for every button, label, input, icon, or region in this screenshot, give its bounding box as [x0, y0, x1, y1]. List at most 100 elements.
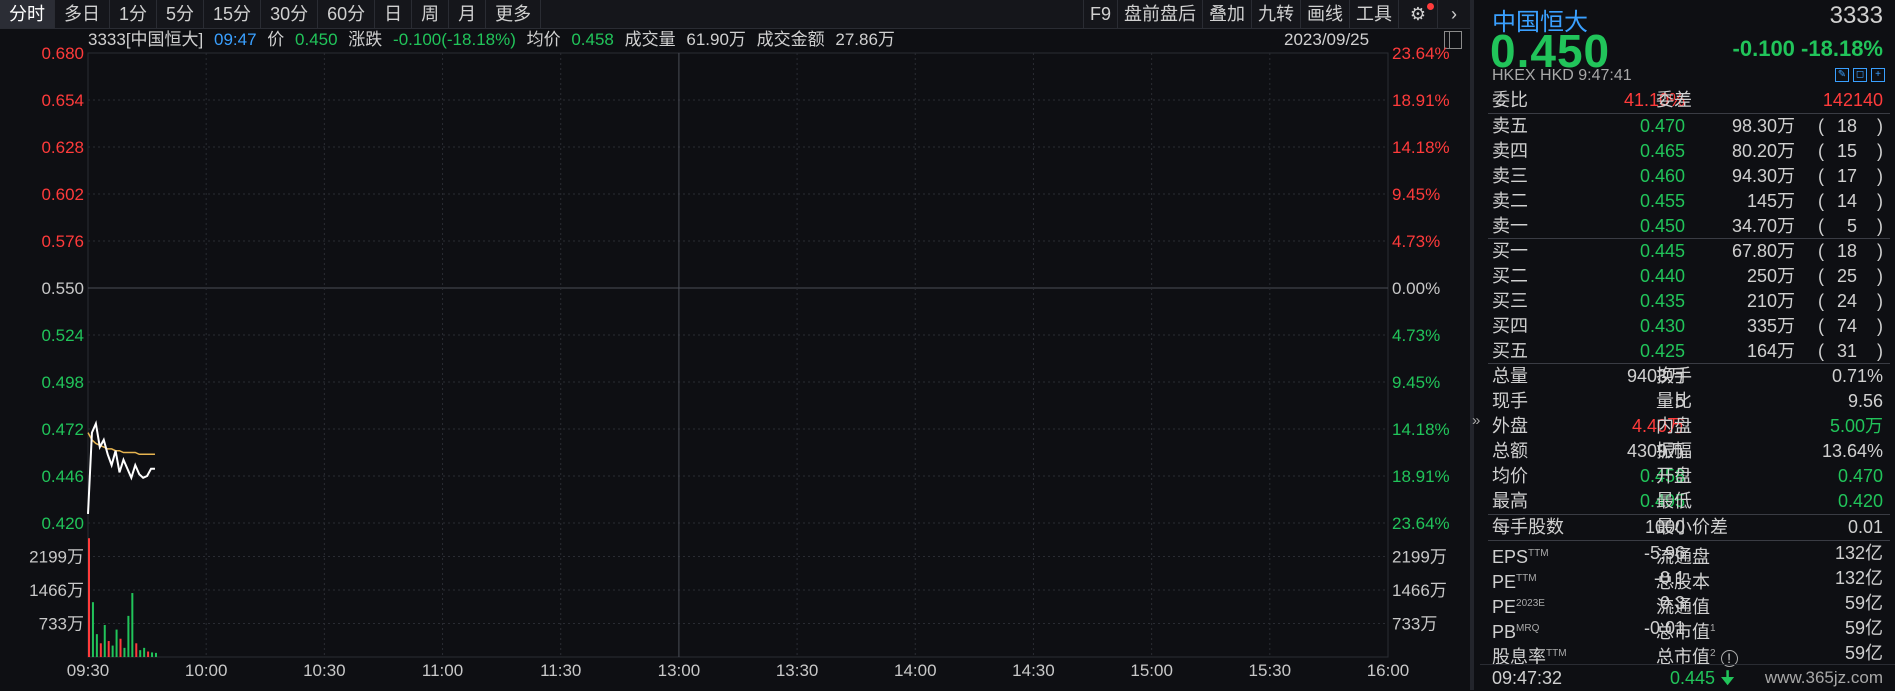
price-change-abs: -0.100	[1732, 36, 1795, 61]
stat-label: 总量	[1492, 366, 1528, 386]
quote-time: 9:47:41	[1578, 67, 1632, 84]
stat-label: 量比	[1656, 391, 1692, 411]
level-label: 卖五	[1492, 116, 1528, 136]
stat-value: 0.420	[1837, 491, 1883, 511]
ask-level-row[interactable]: 卖三 0.460 94.30万 (17)	[1480, 164, 1895, 189]
level-label: 卖二	[1492, 191, 1528, 211]
fund-label-text: PB	[1492, 622, 1517, 642]
lot-label: 每手股数	[1492, 517, 1564, 537]
level-price: 0.440	[1639, 266, 1685, 286]
price-line	[87, 420, 155, 515]
pct-tick-label: 23.64%	[1392, 514, 1450, 533]
pct-tick-label: 18.91%	[1392, 467, 1450, 486]
level-label: 买二	[1492, 266, 1528, 286]
volume-bar	[123, 647, 126, 657]
price-change-pct: -18.18%	[1801, 36, 1883, 61]
bid-level-row[interactable]: 买三 0.435 210万 (24)	[1480, 289, 1895, 314]
level-volume: 98.30万	[1731, 116, 1795, 136]
level-volume: 145万	[1746, 191, 1795, 211]
paren-close: )	[1877, 316, 1883, 336]
y-tick-label: 0.446	[41, 467, 84, 486]
ticker-price-value: 0.445	[1670, 668, 1716, 688]
ask-level-row[interactable]: 卖二 0.455 145万 (14)	[1480, 189, 1895, 214]
level-count: 18	[1836, 241, 1857, 261]
pct-tick-label: 14.18%	[1392, 420, 1450, 439]
quote-panel: 中国恒大 3333 0.450 -0.100 -18.18% HKEX HKD …	[1480, 0, 1895, 690]
pct-tick-label: 4.73%	[1392, 232, 1440, 251]
paren-close: )	[1877, 191, 1883, 211]
volume-bar	[99, 643, 102, 657]
paren-open: (	[1818, 141, 1824, 161]
stock-code: 3333	[1829, 2, 1883, 29]
level-price: 0.470	[1639, 116, 1685, 136]
volume-bar	[151, 652, 154, 657]
x-tick-label: 13:00	[658, 661, 701, 680]
level-price: 0.435	[1639, 291, 1685, 311]
x-tick-label: 13:30	[776, 661, 819, 680]
level-label: 买三	[1492, 291, 1528, 311]
volume-bar	[127, 615, 130, 657]
bid-level-row[interactable]: 买五 0.425 164万 (31)	[1480, 339, 1895, 364]
intraday-chart[interactable]: 0.680 23.64% 0.654 18.91% 0.628 14.18% 0.602 9.…	[0, 0, 1470, 690]
fund-label-text: PE	[1492, 597, 1517, 617]
tick-value: 0.01	[1847, 517, 1883, 537]
x-tick-label: 15:30	[1249, 661, 1292, 680]
ask-level-row[interactable]: 卖五 0.470 98.30万 (18)	[1480, 114, 1895, 139]
level-count: 25	[1836, 266, 1857, 286]
fundamental-row: PETTM -0.1 总股本 132亿	[1480, 566, 1895, 592]
vol-tick-label-right: 1466万	[1392, 581, 1447, 600]
level-label: 卖一	[1492, 216, 1528, 236]
level-volume: 335万	[1746, 316, 1795, 336]
stat-value: 9.56	[1847, 391, 1883, 411]
level-price: 0.455	[1639, 191, 1685, 211]
level-volume: 34.70万	[1731, 216, 1795, 236]
ask-level-row[interactable]: 卖一 0.450 34.70万 (5)	[1480, 214, 1895, 239]
bid-level-row[interactable]: 买二 0.440 250万 (25)	[1480, 264, 1895, 289]
lot-row: 每手股数 1000 最小价差 0.01	[1480, 515, 1895, 540]
ask-level-row[interactable]: 卖四 0.465 80.20万 (15)	[1480, 139, 1895, 164]
edit-icon[interactable]: ✎	[1835, 68, 1849, 82]
stat-label: 总额	[1492, 441, 1528, 461]
level-count: 74	[1836, 316, 1857, 336]
x-tick-label: 09:30	[67, 661, 110, 680]
add-icon[interactable]: +	[1871, 68, 1885, 82]
fund-value: 59亿	[1844, 618, 1883, 638]
weicha-value: 142140	[1822, 90, 1883, 110]
fundamental-row: EPSTTM -5.96 流通盘 132亿	[1480, 541, 1895, 567]
tick-label: 最小价差	[1656, 517, 1728, 537]
fundamental-row: PE2023E 0.3 流通值 59亿	[1480, 591, 1895, 617]
paren-close: )	[1877, 341, 1883, 361]
level-price: 0.445	[1639, 241, 1685, 261]
x-tick-label: 11:30	[540, 661, 581, 680]
bid-level-row[interactable]: 买一 0.445 67.80万 (18)	[1480, 239, 1895, 264]
level-label: 买四	[1492, 316, 1528, 336]
pct-tick-label: 4.73%	[1392, 326, 1440, 345]
level-count: 17	[1836, 166, 1857, 186]
y-tick-label: 0.472	[41, 420, 84, 439]
vol-tick-label: 733万	[39, 615, 84, 634]
paren-open: (	[1818, 116, 1824, 136]
bid-level-row[interactable]: 买四 0.430 335万 (74)	[1480, 314, 1895, 339]
stat-value: 13.64%	[1821, 441, 1883, 461]
stat-label: 内盘	[1656, 416, 1692, 436]
x-tick-label: 10:30	[303, 661, 346, 680]
paren-close: )	[1877, 141, 1883, 161]
pct-tick-label: 9.45%	[1392, 185, 1440, 204]
volume-bar	[154, 652, 157, 657]
level-volume: 250万	[1746, 266, 1795, 286]
level-price: 0.425	[1639, 341, 1685, 361]
paren-open: (	[1818, 241, 1824, 261]
weicha-label: 委差	[1656, 90, 1692, 110]
stat-value: 5.00万	[1829, 416, 1883, 436]
fund-label-text: 总市值	[1656, 622, 1710, 642]
stat-row: 均价 0.458 开盘 0.470	[1480, 464, 1895, 489]
tick-ticker: 09:47:32 0.445 🠋 www.365jz.com	[1480, 664, 1895, 691]
volume-bar	[91, 602, 94, 657]
panel-splitter[interactable]	[1470, 0, 1474, 690]
alert-icon[interactable]: ◻	[1853, 68, 1867, 82]
y-tick-label: 0.550	[41, 279, 84, 298]
fund-label-sup: TTM	[1516, 573, 1537, 584]
paren-close: )	[1877, 166, 1883, 186]
volume-bar	[139, 650, 142, 657]
stat-label: 均价	[1492, 466, 1528, 486]
